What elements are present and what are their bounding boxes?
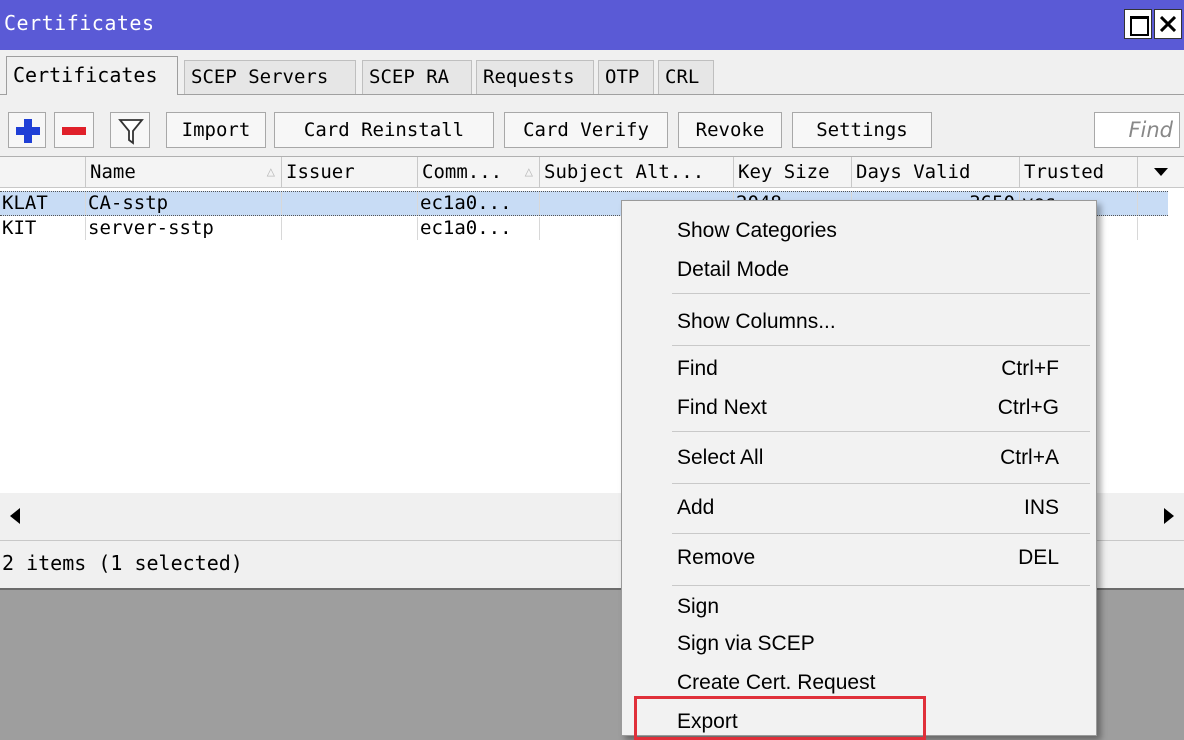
menu-separator: [672, 533, 1090, 534]
sort-asc-icon: △: [266, 164, 275, 180]
row-issuer: [282, 217, 418, 240]
menu-item-select-all[interactable]: Select All Ctrl+A: [677, 441, 1077, 475]
column-common-name[interactable]: Comm... △: [418, 157, 540, 187]
find-input[interactable]: Find: [1094, 112, 1180, 148]
tab-bar: Certificates SCEP Servers SCEP RA Reques…: [0, 54, 1184, 95]
tab-scep-servers[interactable]: SCEP Servers: [184, 60, 356, 94]
tab-crl[interactable]: CRL: [658, 60, 714, 94]
card-reinstall-button[interactable]: Card Reinstall: [274, 112, 494, 148]
menu-item-create-cert-request[interactable]: Create Cert. Request: [677, 666, 1077, 700]
menu-item-sign-via-scep[interactable]: Sign via SCEP: [677, 627, 1077, 661]
import-button[interactable]: Import: [166, 112, 266, 148]
menu-separator: [672, 431, 1090, 432]
add-button[interactable]: [8, 112, 46, 148]
row-name: CA-sstp: [86, 192, 282, 215]
card-verify-button[interactable]: Card Verify: [504, 112, 668, 148]
tab-certificates[interactable]: Certificates: [6, 56, 178, 95]
close-button[interactable]: [1154, 9, 1182, 39]
menu-item-add[interactable]: Add INS: [677, 491, 1077, 525]
row-flags: KLAT: [0, 192, 86, 215]
window-title: Certificates: [4, 11, 155, 35]
row-common-name: ec1a0...: [418, 217, 540, 240]
table-header: Name △ Issuer Comm... △ Subject Alt... Key…: [0, 157, 1184, 188]
menu-item-detail-mode[interactable]: Detail Mode: [677, 253, 1077, 287]
scroll-left-icon[interactable]: [6, 504, 30, 528]
menu-item-find-next[interactable]: Find Next Ctrl+G: [677, 391, 1077, 425]
menu-item-sign[interactable]: Sign: [677, 590, 1077, 624]
toolbar: Import Card Reinstall Card Verify Revoke…: [0, 106, 1184, 152]
column-key-size[interactable]: Key Size: [734, 157, 852, 187]
menu-item-remove[interactable]: Remove DEL: [677, 541, 1077, 575]
filter-button[interactable]: [110, 112, 150, 148]
menu-item-show-columns[interactable]: Show Columns...: [677, 305, 1077, 339]
settings-button[interactable]: Settings: [792, 112, 932, 148]
tab-requests[interactable]: Requests: [476, 60, 594, 94]
scroll-right-icon[interactable]: [1154, 504, 1178, 528]
column-days-valid[interactable]: Days Valid: [852, 157, 1020, 187]
menu-separator: [672, 345, 1090, 346]
tab-scep-ra[interactable]: SCEP RA: [362, 60, 472, 94]
export-highlight-box: [634, 696, 926, 740]
title-bar[interactable]: Certificates: [0, 0, 1184, 50]
minus-icon: [62, 127, 86, 135]
dropdown-arrow-icon: [1154, 168, 1168, 176]
row-name: server-sstp: [86, 217, 282, 240]
column-trusted[interactable]: Trusted: [1020, 157, 1138, 187]
context-menu: Show Categories Detail Mode Show Columns…: [621, 200, 1097, 736]
close-icon: [1160, 16, 1176, 32]
plus-icon: [16, 119, 40, 143]
column-flags[interactable]: [0, 157, 86, 187]
row-common-name: ec1a0...: [418, 192, 540, 215]
column-issuer[interactable]: Issuer: [282, 157, 418, 187]
column-chooser-button[interactable]: [1138, 157, 1184, 187]
menu-item-show-categories[interactable]: Show Categories: [677, 214, 1077, 248]
sort-asc-icon: △: [524, 164, 533, 180]
filter-icon: [118, 119, 144, 145]
menu-separator: [672, 483, 1090, 484]
row-flags: KIT: [0, 217, 86, 240]
tab-otp[interactable]: OTP: [598, 60, 654, 94]
column-name[interactable]: Name △: [86, 157, 282, 187]
menu-separator: [672, 293, 1090, 294]
maximize-button[interactable]: [1124, 9, 1152, 39]
menu-separator: [672, 585, 1090, 586]
revoke-button[interactable]: Revoke: [678, 112, 782, 148]
row-issuer: [282, 192, 418, 215]
menu-item-find[interactable]: Find Ctrl+F: [677, 352, 1077, 386]
remove-button[interactable]: [54, 112, 94, 148]
column-subject-alt[interactable]: Subject Alt...: [540, 157, 734, 187]
